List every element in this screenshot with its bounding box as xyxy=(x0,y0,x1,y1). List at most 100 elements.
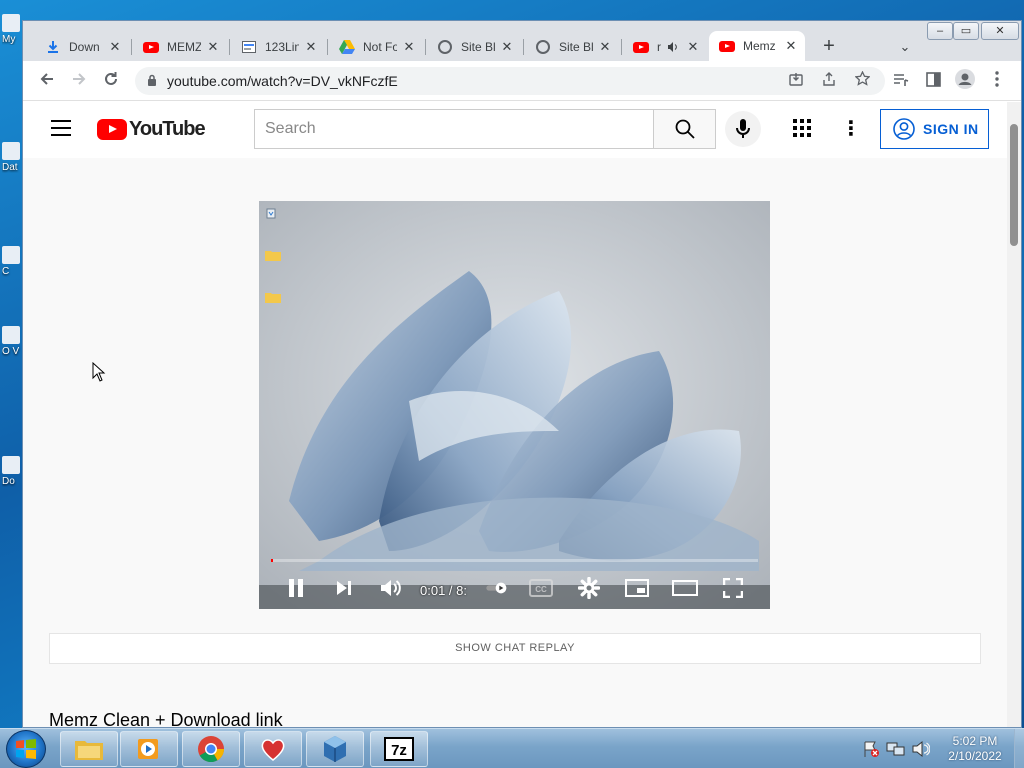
sign-in-button[interactable]: SIGN IN xyxy=(880,109,989,149)
video-progress-fill xyxy=(271,559,274,562)
tab-not-found[interactable]: Not Fo ✕ xyxy=(329,33,423,61)
tab-memz-active[interactable]: Memz ✕ xyxy=(709,31,805,61)
fullscreen-button[interactable] xyxy=(719,573,747,603)
youtube-header: YouTube ⋮ SIGN IN xyxy=(23,102,1007,158)
clock-date: 2/10/2022 xyxy=(948,749,1002,763)
close-icon[interactable]: ✕ xyxy=(303,39,319,55)
folder-icon xyxy=(75,741,103,760)
reading-list-button[interactable] xyxy=(889,69,913,93)
desktop-icon-computer[interactable]: My xyxy=(2,14,22,45)
desktop-icon-documents[interactable]: Do xyxy=(2,456,22,487)
side-panel-button[interactable] xyxy=(921,69,945,93)
youtube-play-logo-icon xyxy=(97,119,127,140)
taskbar-chrome[interactable] xyxy=(182,731,240,767)
show-chat-replay-button[interactable]: SHOW CHAT REPLAY xyxy=(49,633,981,664)
network-icon[interactable] xyxy=(886,740,906,758)
media-player-icon xyxy=(138,739,158,759)
settings-kebab-icon[interactable]: ⋮ xyxy=(841,116,861,142)
desktop-icon-data[interactable]: Dat xyxy=(2,142,22,173)
video-progress-bar[interactable] xyxy=(271,559,758,562)
close-icon[interactable]: ✕ xyxy=(205,39,221,55)
youtube-logo[interactable]: YouTube xyxy=(97,118,206,141)
search-input[interactable] xyxy=(255,110,653,148)
sign-in-label: SIGN IN xyxy=(923,121,979,137)
tab-download[interactable]: Down ✕ xyxy=(35,33,129,61)
skip-next-icon xyxy=(337,581,351,595)
search-button[interactable] xyxy=(653,109,716,149)
video-player[interactable]: 0:01 / 8: CC xyxy=(259,201,770,609)
desktop-icon-label: C xyxy=(2,266,10,277)
close-icon[interactable]: ✕ xyxy=(499,39,515,55)
desktop-icon-ov[interactable]: O V xyxy=(2,326,22,357)
hamburger-menu-icon[interactable] xyxy=(51,120,71,136)
reload-button[interactable] xyxy=(99,69,123,93)
action-center-flag-icon[interactable] xyxy=(862,740,880,758)
youtube-icon xyxy=(633,39,649,55)
miniplayer-button[interactable] xyxy=(623,573,651,603)
taskbar-explorer[interactable] xyxy=(60,731,118,767)
captions-button[interactable]: CC xyxy=(527,573,555,603)
maximize-button[interactable]: ▭ xyxy=(953,22,979,40)
page-scrollbar[interactable] xyxy=(1007,102,1021,727)
apps-grid-icon[interactable] xyxy=(793,119,813,139)
tab-title: Site Bl xyxy=(559,40,593,54)
show-desktop-button[interactable] xyxy=(1014,729,1024,768)
tab-search-chevron-icon[interactable]: ⌄ xyxy=(895,35,915,59)
settings-button[interactable] xyxy=(575,573,603,603)
pause-button[interactable] xyxy=(283,573,309,603)
volume-button[interactable] xyxy=(377,573,405,603)
folder-icon xyxy=(265,249,283,263)
minimize-button[interactable]: – xyxy=(927,22,953,40)
tab-title: Not Fo xyxy=(363,40,397,54)
youtube-wordmark: YouTube xyxy=(129,118,206,140)
start-button[interactable] xyxy=(6,730,46,768)
close-icon[interactable]: ✕ xyxy=(107,39,123,55)
volume-icon xyxy=(381,580,401,596)
close-window-button[interactable]: ✕ xyxy=(981,22,1019,40)
next-button[interactable] xyxy=(331,573,357,603)
taskbar-clock[interactable]: 5:02 PM 2/10/2022 xyxy=(940,734,1010,764)
taskbar-app-heart[interactable] xyxy=(244,731,302,767)
profile-button[interactable] xyxy=(953,69,977,93)
close-icon[interactable]: ✕ xyxy=(783,38,799,54)
tab-ru[interactable]: ru ✕ xyxy=(623,33,707,61)
close-icon[interactable]: ✕ xyxy=(685,39,701,55)
voice-search-button[interactable] xyxy=(725,111,761,147)
new-tab-button[interactable]: + xyxy=(817,35,841,59)
address-bar[interactable]: youtube.com/watch?v=DV_vkNFczfE xyxy=(135,67,885,95)
speaker-icon[interactable] xyxy=(665,39,681,55)
tab-memz[interactable]: MEMZ ✕ xyxy=(133,33,227,61)
forward-button[interactable] xyxy=(67,69,91,93)
tab-site-blocked-2[interactable]: Site Bl ✕ xyxy=(525,33,619,61)
tab-separator xyxy=(229,39,230,55)
back-button[interactable] xyxy=(35,69,59,93)
volume-icon[interactable] xyxy=(912,740,930,758)
mouse-cursor-icon xyxy=(92,362,106,382)
desktop-icon-c[interactable]: C xyxy=(2,246,22,277)
profile-avatar-icon xyxy=(955,69,975,89)
theater-mode-button[interactable] xyxy=(671,573,699,603)
tab-site-blocked-1[interactable]: Site Bl ✕ xyxy=(427,33,521,61)
install-app-icon[interactable] xyxy=(785,70,807,92)
youtube-icon xyxy=(143,39,159,55)
taskbar-virtualbox[interactable] xyxy=(306,731,364,767)
tab-strip: Down ✕ MEMZ ✕ 123Lin ✕ Not Fo ✕ Site Bl … xyxy=(23,21,1021,61)
close-icon[interactable]: ✕ xyxy=(401,39,417,55)
share-icon[interactable] xyxy=(818,70,840,92)
folder-icon xyxy=(265,291,283,305)
taskbar: 7z 5:02 PM 2/10/2022 xyxy=(0,728,1024,768)
taskbar-media-player[interactable] xyxy=(120,731,178,767)
scrollbar-thumb[interactable] xyxy=(1010,124,1018,246)
close-icon[interactable]: ✕ xyxy=(597,39,613,55)
video-title: Memz Clean + Download link xyxy=(49,710,283,728)
bookmark-star-icon[interactable] xyxy=(851,70,873,92)
tab-123links[interactable]: 123Lin ✕ xyxy=(231,33,325,61)
autoplay-toggle[interactable] xyxy=(485,573,509,603)
video-time-display: 0:01 / 8: xyxy=(420,583,467,598)
tab-title: 123Lin xyxy=(265,40,299,54)
browser-menu-button[interactable] xyxy=(985,69,1009,93)
video-frame xyxy=(259,201,770,609)
tab-title: ru xyxy=(657,40,661,54)
taskbar-7zip[interactable]: 7z xyxy=(370,731,428,767)
computer-icon xyxy=(2,14,20,32)
